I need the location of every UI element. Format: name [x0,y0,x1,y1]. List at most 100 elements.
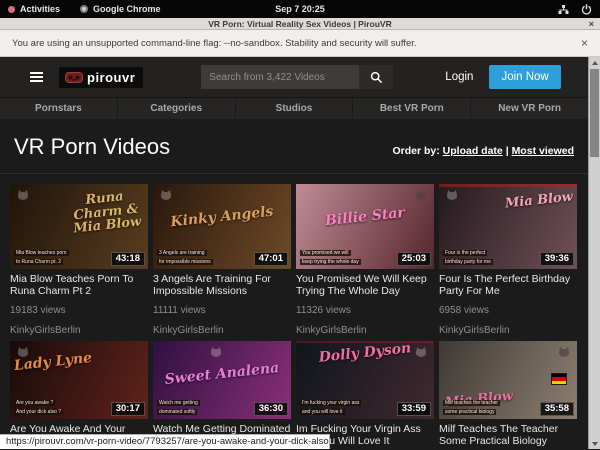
video-card[interactable]: Kinky Angels 3 Angels are trainingfor im… [153,184,291,336]
vr-headset-icon [65,72,83,83]
nav-item-new-vr-porn[interactable]: New VR Porn [471,98,588,119]
search-input[interactable] [201,65,359,89]
video-duration: 33:59 [397,402,431,416]
video-thumbnail[interactable]: Mia Blow Four is the perfectbirthday par… [439,184,577,269]
scrollbar-thumb[interactable] [590,69,599,157]
thumbnail-caption: Mia Blow teaches pornto Runa Charm pt. 2 [14,249,106,266]
video-duration: 43:18 [111,252,145,266]
order-by-label: Order by: [392,145,439,157]
video-duration: 30:17 [111,402,145,416]
video-views: 19183 views [10,305,148,316]
studio-cat-logo-icon [209,345,223,363]
video-card[interactable]: Mia Blow Four is the perfectbirthday par… [439,184,577,336]
thumbnail-caption: I'm fucking your virgin assand you will … [300,399,392,416]
site-logo[interactable]: pirouvr [59,67,143,88]
window-close-icon[interactable]: × [589,19,594,29]
studio-cat-logo-icon [16,188,30,206]
video-duration: 39:36 [540,252,574,266]
join-now-button[interactable]: Join Now [489,65,560,89]
studio-cat-logo-icon [16,345,30,363]
video-card[interactable]: Lady Lyne Are you awake ?And your dick a… [10,341,148,449]
video-thumbnail[interactable]: Sweet Analena Watch me gettingdominated … [153,341,291,419]
nav-item-pornstars[interactable]: Pornstars [0,98,117,119]
studio-cat-logo-icon [445,188,459,206]
nav-item-studios[interactable]: Studios [236,98,353,119]
video-thumbnail[interactable]: Billie Star You promised we willkeep try… [296,184,434,269]
video-card[interactable]: Billie Star You promised we willkeep try… [296,184,434,336]
video-title[interactable]: 3 Angels Are Training For Impossible Mis… [153,274,291,298]
video-thumbnail[interactable]: Lady Lyne Are you awake ?And your dick a… [10,341,148,419]
site-header: pirouvr Login Join Now [0,57,588,97]
page-head: VR Porn Videos Order by: Upload date | M… [0,119,588,174]
power-icon[interactable] [581,4,592,15]
menu-hamburger-icon[interactable] [30,72,43,82]
site-logo-text: pirouvr [87,70,135,85]
studio-cat-logo-icon [414,345,428,363]
video-title[interactable]: You Promised We Will Keep Trying The Who… [296,274,434,298]
video-studio-link[interactable]: KinkyGirlsBerlin [439,325,577,336]
video-title[interactable]: Four Is The Perfect Birthday Party For M… [439,274,577,298]
studio-cat-logo-icon [159,188,173,206]
network-icon[interactable] [558,4,569,15]
browser-viewport: pirouvr Login Join Now Pornstars Categor… [0,57,600,449]
order-upload-date-link[interactable]: Upload date [443,145,503,157]
order-separator: | [506,145,509,157]
scroll-down-arrow-icon[interactable] [589,438,600,449]
order-most-viewed-link[interactable]: Most viewed [512,145,574,157]
vertical-scrollbar[interactable] [588,57,600,449]
thumbnail-caption: 3 Angels are trainingfor impossible miss… [157,249,249,266]
video-studio-link[interactable]: KinkyGirlsBerlin [10,325,148,336]
site-content: pirouvr Login Join Now Pornstars Categor… [0,57,588,449]
video-card[interactable]: Mia Blow Milf teaches the teachersome pr… [439,341,577,449]
video-thumbnail[interactable]: Mia Blow Milf teaches the teachersome pr… [439,341,577,419]
page-title: VR Porn Videos [14,134,170,160]
clock[interactable]: Sep 7 20:25 [0,4,600,14]
video-views: 11111 views [153,305,291,316]
infobar-message: You are using an unsupported command-lin… [12,38,417,49]
thumbnail-overlay-name: Billie Star [296,203,434,232]
status-bar-url: https://pirouvr.com/vr-porn-video/779325… [0,434,330,449]
video-card[interactable]: Dolly Dyson I'm fucking your virgin assa… [296,341,434,449]
login-link[interactable]: Login [445,71,473,83]
thumbnail-caption: Are you awake ?And your dick also ? [14,399,106,416]
thumbnail-caption: You promised we willkeep trying the whol… [300,249,392,266]
search-bar [201,65,393,89]
chrome-infobar: You are using an unsupported command-lin… [0,30,600,57]
video-duration: 47:01 [254,252,288,266]
thumbnail-overlay-name: Kinky Angels [153,203,291,232]
studio-cat-logo-icon [414,188,428,206]
thumbnail-caption: Four is the perfectbirthday party for me [443,249,535,266]
video-views: 11326 views [296,305,434,316]
search-icon [370,71,383,84]
system-tray [558,4,592,15]
video-thumbnail[interactable]: Runa Charm & Mia Blow Mia Blow teaches p… [10,184,148,269]
infobar-close-icon[interactable]: × [581,36,588,50]
thumbnail-overlay-name: Mia Blow [502,190,575,211]
thumbnail-caption: Watch me gettingdominated softly [157,399,249,416]
chrome-title-bar: VR Porn: Virtual Reality Sex Videos | Pi… [0,18,600,30]
video-grid: Runa Charm & Mia Blow Mia Blow teaches p… [0,174,588,449]
studio-cat-logo-icon [557,345,571,363]
order-by: Order by: Upload date | Most viewed [392,145,574,160]
german-flag [551,373,567,385]
thumbnail-overlay-name: Sweet Analena [153,360,291,389]
video-card[interactable]: Runa Charm & Mia Blow Mia Blow teaches p… [10,184,148,336]
nav-item-categories[interactable]: Categories [118,98,235,119]
search-button[interactable] [359,65,393,89]
video-studio-link[interactable]: KinkyGirlsBerlin [296,325,434,336]
video-thumbnail[interactable]: Kinky Angels 3 Angels are trainingfor im… [153,184,291,269]
video-thumbnail[interactable]: Dolly Dyson I'm fucking your virgin assa… [296,341,434,419]
video-views: 6958 views [439,305,577,316]
thumbnail-caption: Milf teaches the teachersome practical b… [443,399,535,416]
video-title[interactable]: Milf Teaches The Teacher Some Practical … [439,424,577,448]
main-nav: Pornstars Categories Studios Best VR Por… [0,97,588,119]
video-title[interactable]: Mia Blow Teaches Porn To Runa Charm Pt 2 [10,274,148,298]
scroll-up-arrow-icon[interactable] [589,57,600,68]
video-duration: 36:30 [254,402,288,416]
thumbnail-overlay-name: Runa Charm & Mia Blow [64,188,148,237]
nav-item-best-vr-porn[interactable]: Best VR Porn [353,98,470,119]
window-title: VR Porn: Virtual Reality Sex Videos | Pi… [208,19,391,29]
video-card[interactable]: Sweet Analena Watch me gettingdominated … [153,341,291,449]
screen: Activities Google Chrome Sep 7 20:25 VR … [0,0,600,450]
video-studio-link[interactable]: KinkyGirlsBerlin [153,325,291,336]
